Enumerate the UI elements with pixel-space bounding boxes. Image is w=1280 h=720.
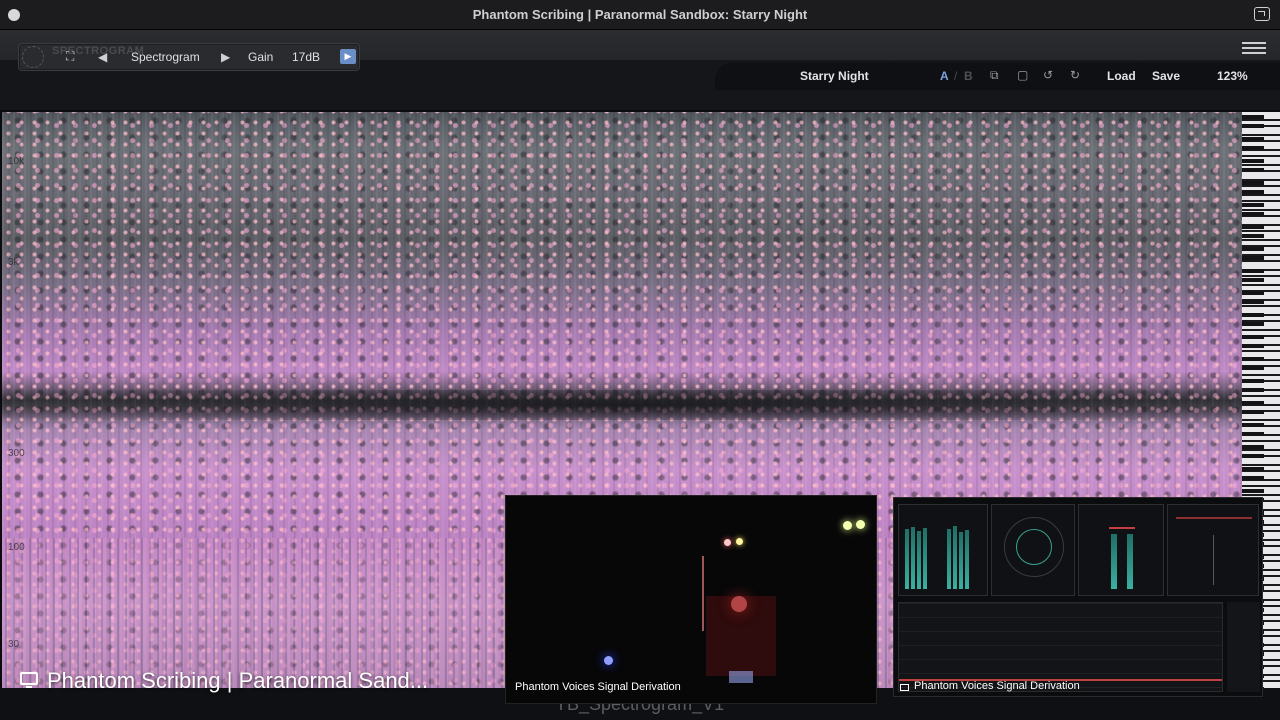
redo-icon[interactable]: ↻ — [1070, 68, 1080, 82]
window-title: Phantom Scribing | Paranormal Sandbox: S… — [472, 7, 808, 22]
screen-glow — [729, 671, 753, 683]
red-device — [706, 596, 776, 676]
meters-video-tile[interactable]: Phantom Voices Signal Derivation — [893, 497, 1263, 697]
fullscreen-icon[interactable] — [1254, 7, 1270, 21]
balance-scale — [1176, 517, 1252, 519]
freq-label: 100 — [8, 542, 25, 553]
blue-light — [604, 656, 613, 665]
copy-icon[interactable]: ⧉ — [990, 68, 999, 83]
red-cable — [702, 556, 704, 631]
screen-share-icon — [900, 684, 909, 691]
red-light — [724, 539, 731, 546]
level-bar — [959, 532, 963, 589]
meter-controls — [1227, 602, 1260, 692]
zoom-level[interactable]: 123% — [1217, 69, 1248, 83]
level-bar — [905, 529, 909, 589]
ab-compare-a-button[interactable]: A — [940, 69, 949, 83]
paste-icon[interactable]: ▢ — [1017, 68, 1028, 82]
save-button[interactable]: Save — [1152, 69, 1180, 83]
next-mode-icon[interactable]: ▶ — [221, 50, 230, 64]
level-bar — [911, 527, 915, 589]
level-bar — [965, 530, 969, 589]
gain-value[interactable]: 17dB — [292, 50, 320, 64]
undo-icon[interactable]: ↺ — [1043, 68, 1053, 82]
history-graph — [898, 602, 1223, 692]
scope-trace — [1016, 529, 1052, 565]
correlation-panel — [1078, 504, 1164, 596]
ab-separator: / — [954, 69, 958, 83]
level-bar — [923, 528, 927, 589]
level-bar — [947, 529, 951, 589]
preset-name[interactable]: Starry Night — [800, 69, 869, 83]
meters-tile-label: Phantom Voices Signal Derivation — [914, 680, 1080, 692]
load-button[interactable]: Load — [1107, 69, 1136, 83]
level-bar — [917, 531, 921, 589]
shared-screen-title: Phantom Scribing | Paranormal Sand... — [47, 668, 429, 693]
hamburger-menu-icon[interactable] — [1242, 42, 1266, 54]
vectorscope-panel — [991, 504, 1075, 596]
play-button[interactable]: ▶ — [340, 49, 356, 64]
balance-center — [1213, 535, 1214, 585]
correlation-marker — [1109, 527, 1135, 529]
correlation-bar — [1127, 534, 1133, 589]
gain-label: Gain — [248, 50, 274, 64]
view-mode-label[interactable]: Spectrogram — [131, 50, 200, 64]
green-light — [843, 521, 852, 530]
freq-label: 30 — [8, 639, 20, 650]
spectrogram-dark-band — [2, 390, 1242, 420]
balance-panel — [1167, 504, 1259, 596]
correlation-bar — [1111, 534, 1117, 589]
prev-mode-icon[interactable]: ◀ — [98, 50, 107, 64]
plugin-logo-icon — [22, 46, 44, 68]
freq-label: 300 — [8, 448, 25, 459]
crop-icon[interactable]: ⛶ — [66, 49, 74, 64]
camera-video-tile[interactable]: Phantom Voices Signal Derivation — [505, 495, 877, 704]
level-bar — [953, 526, 957, 589]
screen-share-icon — [20, 672, 38, 688]
window-titlebar: Phantom Scribing | Paranormal Sandbox: S… — [0, 0, 1280, 30]
ab-compare-b-button[interactable]: B — [964, 69, 973, 83]
green-light — [856, 520, 865, 529]
freq-label: 3k — [8, 257, 19, 268]
camera-tile-label: Phantom Voices Signal Derivation — [515, 681, 681, 693]
level-meter-panel — [898, 504, 988, 596]
freq-label: 10k — [8, 156, 25, 167]
yellow-light — [736, 538, 743, 545]
